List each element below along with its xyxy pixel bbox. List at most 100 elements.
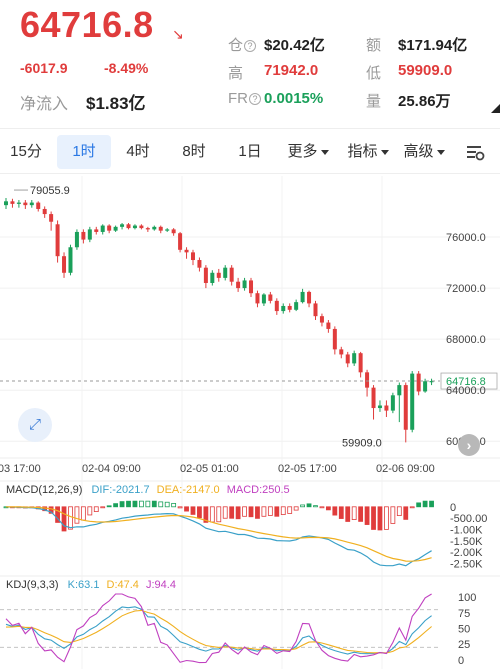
expand-corner-icon[interactable] (491, 104, 500, 113)
tab-4h[interactable]: 4时 (116, 135, 160, 169)
tab-more[interactable]: 更多 (280, 135, 336, 169)
kline-chart[interactable]: 64716.879055.959909.0 76000.072000.06800… (0, 176, 500, 669)
kline-chart-panel[interactable]: 64716.8 79055.9 59909.0 76000.0 72000.0 6800… (0, 176, 500, 669)
high-label: 高 (228, 65, 244, 82)
candle-body (178, 233, 183, 250)
macd-bar (261, 506, 267, 517)
macd-bar (209, 506, 215, 523)
quote-header: 64716.8 ↘ -6017.9 -8.49% 净流入 $1.83亿 仓? $… (0, 0, 500, 122)
price-change: -6017.9 (20, 60, 68, 76)
macd-bar (390, 506, 396, 524)
macd-bar (429, 500, 434, 508)
kdj-d: D:47.4 (106, 579, 139, 591)
candle-body (236, 281, 241, 289)
macd-bar (396, 506, 402, 517)
candle-body (49, 214, 54, 222)
kdj-legend: KDJ(9,3,3) K:63.1 D:47.4 J:94.4 (6, 579, 176, 591)
x-tick-label: 02-06 09:00 (376, 463, 435, 475)
y-tick-label: 72000.0 (446, 283, 486, 295)
macd-bar (274, 506, 280, 517)
macd-dif: DIF:-2021.7 (91, 484, 150, 496)
candle-body (410, 373, 415, 430)
candle-body (261, 294, 266, 304)
amount-label: 额 (366, 37, 382, 54)
candle-body (16, 202, 21, 204)
candle-body (113, 226, 118, 231)
candle-body (62, 256, 67, 273)
macd-bar (229, 506, 235, 519)
kdj-y-tick: 100 (458, 592, 476, 604)
x-tick-label: 02-05 17:00 (278, 463, 337, 475)
macd-bar (100, 506, 106, 509)
tab-advanced[interactable]: 高级 (396, 135, 452, 169)
macd-bar (113, 503, 119, 508)
volume-label: 量 (366, 93, 382, 110)
macd-bar (377, 506, 383, 531)
macd-bar (139, 500, 144, 508)
chevron-down-icon (436, 149, 445, 155)
candle-body (23, 202, 28, 206)
candle-body (152, 226, 157, 230)
candle-body (255, 293, 260, 304)
candle-body (29, 202, 34, 206)
candle-body (210, 272, 215, 283)
candle-body (249, 280, 254, 294)
macd-value: MACD:250.5 (226, 484, 290, 496)
candle-body (145, 228, 150, 230)
macd-bar (190, 506, 196, 515)
tab-indicators[interactable]: 指标 (340, 135, 396, 169)
tab-8h[interactable]: 8时 (172, 135, 216, 169)
macd-bar (313, 505, 318, 508)
kdj-k: K:63.1 (67, 579, 100, 591)
macd-dea: DEA:-2147.0 (156, 484, 220, 496)
candle-body (371, 387, 376, 409)
candle-body (365, 372, 370, 388)
y-tick-label: 76000.0 (446, 232, 486, 244)
low-value: 59909.0 (398, 62, 453, 79)
x-tick-label: 02-04 09:00 (82, 463, 141, 475)
position-value: $20.42亿 (264, 37, 325, 54)
fullscreen-icon[interactable]: ⤢ (18, 408, 52, 442)
candle-body (190, 252, 195, 261)
scroll-right-icon[interactable]: › (458, 434, 480, 456)
candle-body (126, 224, 131, 229)
funding-rate-value: 0.0015% (264, 90, 324, 107)
macd-bar (87, 506, 93, 516)
candle-body (326, 322, 331, 329)
tab-15m[interactable]: 15分 (2, 135, 50, 169)
candle-body (139, 225, 144, 229)
candle-body (74, 231, 79, 248)
macd-bar (287, 506, 293, 514)
candle-body (332, 328, 337, 350)
max-price-label: 79055.9 (30, 185, 70, 197)
candle-body (390, 395, 395, 411)
tab-1d[interactable]: 1日 (228, 135, 272, 169)
macd-bar (248, 506, 254, 518)
candle-body (36, 202, 41, 209)
macd-bar (306, 503, 312, 508)
position-label: 仓? (228, 34, 257, 55)
candle-body (313, 303, 318, 317)
candle-body (120, 224, 125, 227)
macd-bar (319, 506, 325, 509)
price-change-pct: -8.49% (104, 60, 149, 76)
macd-bar (68, 506, 73, 530)
macd-bar (216, 506, 222, 523)
macd-bar (74, 506, 80, 524)
help-icon[interactable]: ? (249, 93, 261, 106)
net-inflow-value: $1.83亿 (86, 94, 146, 113)
kdj-y-tick: 25 (458, 639, 470, 651)
candle-body (171, 229, 176, 234)
candle-body (158, 226, 163, 231)
kdj-y-tick: 50 (458, 624, 470, 636)
chevron-down-icon (380, 149, 389, 155)
macd-bar (358, 506, 364, 522)
min-price-label: 59909.0 (342, 437, 382, 449)
macd-bar (371, 506, 376, 530)
tab-1h[interactable]: 1时 (57, 135, 111, 169)
interval-tabs: 15分 1时 4时 8时 1日 更多 指标 高级 (0, 128, 500, 174)
help-icon[interactable]: ? (244, 40, 257, 53)
chart-settings-icon[interactable] (458, 135, 492, 169)
funding-rate-label: FR? (228, 90, 261, 107)
macd-bar (119, 501, 125, 508)
